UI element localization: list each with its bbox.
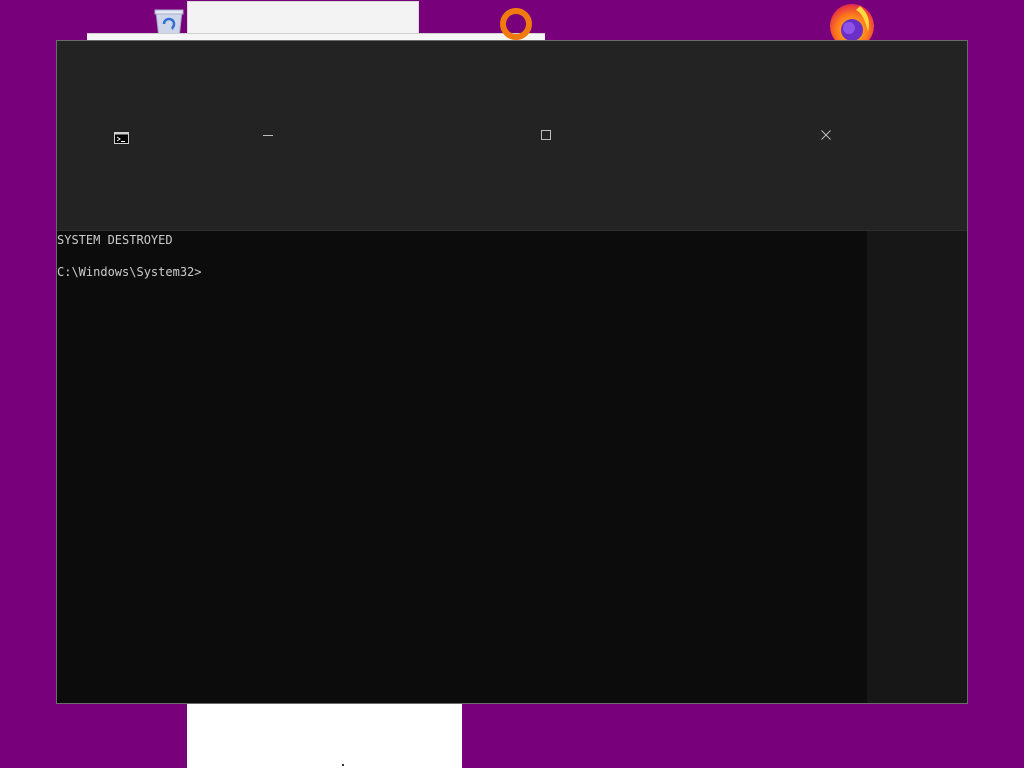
cursor-mark — [342, 764, 344, 766]
console-window[interactable]: SYSTEM DESTROYED C:\Windows\System32> — [56, 40, 968, 704]
firefox-icon[interactable] — [826, 4, 878, 48]
desktop: SYSTEM DESTROYED C:\Windows\System32> — [0, 0, 1024, 768]
command-prompt-icon — [114, 129, 129, 144]
minimize-button[interactable] — [248, 121, 288, 149]
console-line-message: SYSTEM DESTROYED — [57, 233, 173, 247]
maximize-icon — [541, 130, 551, 140]
console-output[interactable]: SYSTEM DESTROYED C:\Windows\System32> — [57, 231, 866, 703]
title-bar[interactable] — [57, 41, 967, 231]
close-icon — [821, 130, 831, 140]
background-window-bottom — [187, 703, 462, 768]
scrollbar-track[interactable] — [867, 231, 967, 703]
console-area[interactable]: SYSTEM DESTROYED C:\Windows\System32> — [57, 231, 967, 703]
background-window-top — [187, 1, 419, 35]
minimize-icon — [263, 135, 273, 136]
close-button[interactable] — [806, 121, 846, 149]
maximize-button[interactable] — [526, 121, 566, 149]
ring-app-icon[interactable] — [497, 8, 535, 42]
console-prompt[interactable]: C:\Windows\System32> — [57, 264, 866, 280]
